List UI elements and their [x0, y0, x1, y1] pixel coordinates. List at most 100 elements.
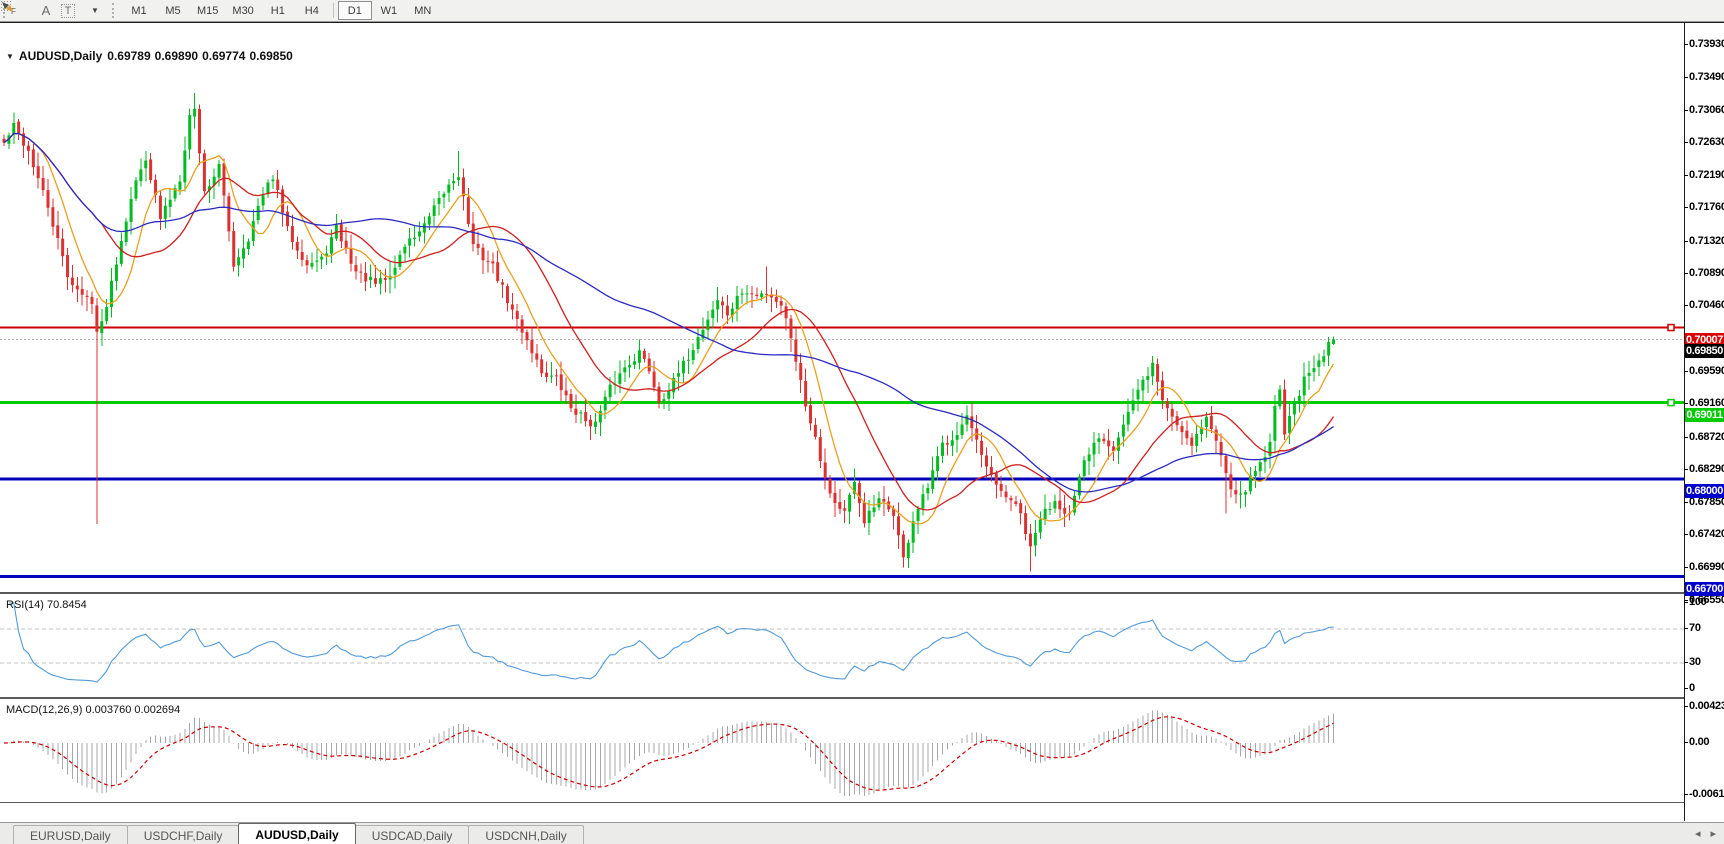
macd-panel[interactable]	[0, 699, 1684, 802]
price-tick	[1684, 371, 1688, 372]
price-tick	[1684, 273, 1688, 274]
tab-scroll-buttons: ◂ ▸	[1695, 827, 1716, 840]
price-tick	[1684, 567, 1688, 568]
price-axis-label: 0.68290	[1689, 463, 1724, 475]
macd-tick	[1684, 742, 1688, 743]
price-axis-label: 0.73060	[1689, 104, 1724, 116]
price-axis-label: 0.66990	[1689, 561, 1724, 573]
price-chart-canvas[interactable]	[0, 23, 1684, 592]
macd-canvas[interactable]	[0, 699, 1684, 802]
toolbar: F A T ▼ M1M5M15M30H1H4 D1W1MN	[0, 0, 1724, 22]
crosshair-grid-icon[interactable]: F	[13, 2, 35, 19]
font-a-icon[interactable]: A	[35, 2, 57, 19]
price-tick	[1684, 502, 1688, 503]
dropdown-caret-icon[interactable]: ▼	[91, 6, 99, 15]
font-a-glyph: A	[42, 3, 51, 18]
timeframe-button-m5[interactable]: M5	[156, 1, 190, 20]
price-axis-label: 0.67420	[1689, 528, 1724, 540]
rsi-canvas[interactable]	[0, 594, 1684, 697]
price-tick	[1684, 241, 1688, 242]
rsi-tick	[1684, 688, 1688, 689]
chart-collapse-icon[interactable]: ▼	[6, 52, 14, 61]
ohlc-close: 0.69850	[249, 49, 292, 63]
cursor-arrows-icon[interactable]: ▼	[79, 2, 109, 19]
macd-histogram	[4, 710, 1334, 796]
tab-scroll-left-icon[interactable]: ◂	[1695, 827, 1701, 840]
level-price-badge-0.68000: 0.68000	[1685, 484, 1724, 498]
cursor-arrows-svg	[0, 0, 15, 14]
timeframe-button-m30[interactable]: M30	[225, 1, 260, 20]
macd-tick	[1684, 794, 1688, 795]
rsi-axis-label: 0	[1689, 682, 1724, 694]
ohlc-low: 0.69774	[202, 49, 245, 63]
timeframe-button-d1[interactable]: D1	[338, 1, 372, 20]
price-axis-label: 0.71760	[1689, 201, 1724, 213]
toolbar-drag-handle-2[interactable]	[112, 3, 119, 18]
price-tick	[1684, 600, 1688, 601]
macd-axis-label: 0.00	[1689, 736, 1724, 748]
rsi-panel[interactable]	[0, 594, 1684, 697]
rsi-axis-label: 30	[1689, 656, 1724, 668]
price-axis-label: 0.69590	[1689, 365, 1724, 377]
price-chart-panel[interactable]	[0, 23, 1684, 592]
ohlc-high: 0.69890	[155, 49, 198, 63]
chart-tab-usdcnh[interactable]: USDCNH,Daily	[468, 825, 583, 844]
price-axis-label: 0.70460	[1689, 299, 1724, 311]
rsi-tick	[1684, 602, 1688, 603]
timeframe-button-w1[interactable]: W1	[372, 1, 406, 20]
chart-symbol-period: AUDUSD,Daily	[19, 49, 102, 63]
candlesticks	[3, 93, 1336, 571]
rsi-axis-label: 100	[1689, 596, 1724, 608]
tabs-container: EURUSD,DailyUSDCHF,DailyAUDUSD,DailyUSDC…	[14, 823, 584, 844]
rsi-indicator-label: RSI(14) 70.8454	[6, 599, 87, 611]
level-price-badge-0.66700: 0.66700	[1685, 582, 1724, 596]
price-axis-label: 0.70890	[1689, 267, 1724, 279]
macd-indicator-label: MACD(12,26,9) 0.003760 0.002694	[6, 704, 180, 716]
level-price-badge-0.69011: 0.69011	[1685, 408, 1724, 422]
level-drag-handle-0.70007[interactable]	[1668, 325, 1674, 331]
text-label-icon[interactable]: T	[57, 2, 79, 19]
price-axis-label: 0.68720	[1689, 431, 1724, 443]
price-tick	[1684, 207, 1688, 208]
price-axis-label: 0.72190	[1689, 169, 1724, 181]
text-label-glyph: T	[61, 4, 76, 18]
ohlc-open: 0.69789	[107, 49, 150, 63]
level-drag-handle-0.69011[interactable]	[1668, 400, 1674, 406]
timeframe-separator	[333, 3, 334, 18]
chart-tab-usdcad[interactable]: USDCAD,Daily	[355, 825, 470, 844]
date-axis-separator	[0, 802, 1684, 803]
moving-average-8	[4, 134, 1334, 525]
price-tick	[1684, 469, 1688, 470]
price-tick	[1684, 110, 1688, 111]
chart-tab-bar: EURUSD,DailyUSDCHF,DailyAUDUSD,DailyUSDC…	[0, 822, 1724, 844]
rsi-tick	[1684, 662, 1688, 663]
tab-scroll-right-icon[interactable]: ▸	[1710, 827, 1716, 840]
price-tick	[1684, 77, 1688, 78]
trading-platform-window: F A T ▼ M1M5M15M30H1H4 D1W1MN ▼ AUDUSD,Da…	[0, 0, 1724, 844]
price-tick	[1684, 44, 1688, 45]
timeframe-button-m1[interactable]: M1	[122, 1, 156, 20]
chart-window: ▼ AUDUSD,Daily 0.69789 0.69890 0.69774 0…	[0, 22, 1724, 822]
timeframe-button-h1[interactable]: H1	[261, 1, 295, 20]
timeframe-button-mn[interactable]: MN	[406, 1, 440, 20]
price-axis-label: 0.67850	[1689, 496, 1724, 508]
timeframe-buttons: M1M5M15M30H1H4 D1W1MN	[122, 1, 440, 20]
price-axis-label: 0.71320	[1689, 235, 1724, 247]
chart-title: ▼ AUDUSD,Daily 0.69789 0.69890 0.69774 0…	[6, 49, 293, 63]
price-axis-label: 0.73930	[1689, 38, 1724, 50]
macd-axis-label: -0.00610	[1689, 788, 1724, 800]
timeframe-button-m15[interactable]: M15	[190, 1, 225, 20]
macd-tick	[1684, 706, 1688, 707]
chart-tab-usdchf[interactable]: USDCHF,Daily	[127, 825, 240, 844]
price-tick	[1684, 305, 1688, 306]
macd-axis-label: 0.00423	[1689, 700, 1724, 712]
price-axis-label: 0.72630	[1689, 136, 1724, 148]
price-tick	[1684, 142, 1688, 143]
rsi-line	[9, 603, 1334, 682]
chart-tab-audusd[interactable]: AUDUSD,Daily	[238, 823, 355, 844]
timeframe-button-h4[interactable]: H4	[295, 1, 329, 20]
price-axis-label: 0.73490	[1689, 71, 1724, 83]
current-price-badge: 0.69850	[1685, 344, 1724, 358]
chart-tab-eurusd[interactable]: EURUSD,Daily	[13, 825, 128, 844]
price-tick	[1684, 534, 1688, 535]
